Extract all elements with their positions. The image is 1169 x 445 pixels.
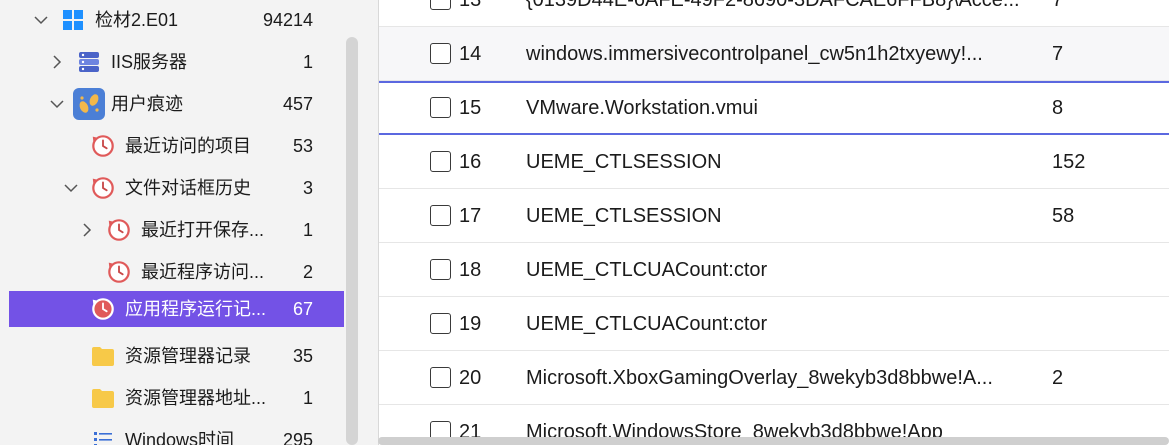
row-name: UEME_CTLCUACount:ctor: [526, 259, 768, 281]
folder-icon: [91, 386, 115, 410]
tree-node-count: 295: [282, 430, 313, 445]
table-row[interactable]: 19 UEME_CTLCUACount:ctor: [379, 297, 1169, 351]
row-index: 13: [459, 0, 482, 11]
row-checkbox[interactable]: [430, 367, 451, 388]
row-name: windows.immersivecontrolpanel_cw5n1h2txy…: [526, 43, 983, 65]
tree-node-count: 53: [292, 136, 313, 156]
tree-node-count: 94214: [262, 10, 313, 30]
row-checkbox[interactable]: [430, 259, 451, 280]
records-grid: 13 {0139D44E-6AFE-49F2-8690-3DAFCAE6FFB8}…: [378, 0, 1169, 445]
row-name: VMware.Workstation.vmui: [526, 97, 758, 119]
tree-node-count: 1: [302, 220, 313, 240]
app-root: 检材2.E01 94214 IIS服务器 1 用户痕迹 457 最近访问的项目 53 文…: [0, 0, 1169, 445]
server-icon: [77, 50, 101, 74]
tree-node-count: 67: [292, 299, 313, 319]
history-clock-icon: [91, 297, 115, 321]
tree-node-label: 最近打开保存...: [141, 220, 265, 240]
table-row[interactable]: 20 Microsoft.XboxGamingOverlay_8wekyb3d8b…: [379, 351, 1169, 405]
row-index: 20: [459, 367, 482, 389]
chevron-right-icon[interactable]: [47, 44, 67, 80]
tree-node[interactable]: 应用程序运行记... 67: [9, 291, 344, 327]
tree-node-count: 35: [292, 346, 313, 366]
tree-node-count: 457: [282, 94, 313, 114]
row-count: 152: [1052, 151, 1086, 173]
tree-node-label: Windows时间: [125, 430, 235, 445]
table-row[interactable]: 17 UEME_CTLSESSION 58: [379, 189, 1169, 243]
row-count: 7: [1052, 43, 1064, 65]
history-clock-icon: [91, 176, 115, 200]
tree-scrollbar[interactable]: [346, 37, 358, 445]
table-row[interactable]: 15 VMware.Workstation.vmui 8: [379, 81, 1169, 135]
tree-node[interactable]: 用户痕迹 457: [9, 86, 344, 122]
row-checkbox[interactable]: [430, 0, 451, 10]
table-row[interactable]: 14 windows.immersivecontrolpanel_cw5n1h2t…: [379, 27, 1169, 81]
row-index: 14: [459, 43, 482, 65]
tree-node[interactable]: 最近打开保存... 1: [9, 212, 344, 248]
evidence-tree-panel: 检材2.E01 94214 IIS服务器 1 用户痕迹 457 最近访问的项目 53 文…: [0, 0, 362, 445]
row-index: 15: [459, 97, 482, 119]
tree-node-label: 最近程序访问...: [141, 262, 265, 282]
tree-node-label: 检材2.E01: [95, 10, 179, 30]
row-checkbox[interactable]: [430, 151, 451, 172]
tree-node-label: 应用程序运行记...: [125, 299, 267, 319]
history-clock-icon: [91, 134, 115, 158]
row-count: 8: [1052, 97, 1064, 119]
history-clock-icon: [107, 260, 131, 284]
windows-icon: [61, 8, 85, 32]
row-checkbox[interactable]: [430, 313, 451, 334]
row-index: 19: [459, 313, 482, 335]
row-name: UEME_CTLSESSION: [526, 205, 722, 227]
tree-node-label: 资源管理器记录: [125, 346, 251, 366]
table-row[interactable]: 16 UEME_CTLSESSION 152: [379, 135, 1169, 189]
table-row[interactable]: 18 UEME_CTLCUACount:ctor: [379, 243, 1169, 297]
tree-node[interactable]: Windows时间 295: [9, 422, 344, 445]
tree-node[interactable]: 最近程序访问... 2: [9, 254, 344, 290]
chevron-down-icon[interactable]: [61, 170, 81, 206]
row-index: 17: [459, 205, 482, 227]
footprints-icon: [73, 88, 105, 120]
tree-node-count: 3: [302, 178, 313, 198]
tree-node[interactable]: IIS服务器 1: [9, 44, 344, 80]
row-index: 18: [459, 259, 482, 281]
row-checkbox[interactable]: [430, 205, 451, 226]
grid-horizontal-scrollbar[interactable]: [378, 437, 1169, 445]
tree-node-label: IIS服务器: [111, 52, 188, 72]
tree-node[interactable]: 资源管理器记录 35: [9, 338, 344, 374]
tree-node-count: 1: [302, 388, 313, 408]
tree-node-count: 1: [302, 52, 313, 72]
row-name: {0139D44E-6AFE-49F2-8690-3DAFCAE6FFB8}\A…: [526, 0, 1020, 11]
tree-node[interactable]: 文件对话框历史 3: [9, 170, 344, 206]
tree-node[interactable]: 资源管理器地址... 1: [9, 380, 344, 416]
tree-node-label: 文件对话框历史: [125, 178, 251, 198]
chevron-down-icon[interactable]: [47, 86, 67, 122]
tree-node[interactable]: 最近访问的项目 53: [9, 128, 344, 164]
list-icon: [91, 428, 115, 445]
tree-node[interactable]: 检材2.E01 94214: [9, 2, 344, 38]
folder-icon: [91, 344, 115, 368]
tree-node-label: 最近访问的项目: [125, 136, 251, 156]
tree-node-label: 用户痕迹: [111, 94, 183, 114]
table-row[interactable]: 13 {0139D44E-6AFE-49F2-8690-3DAFCAE6FFB8}…: [379, 0, 1169, 27]
row-name: UEME_CTLCUACount:ctor: [526, 313, 768, 335]
row-name: Microsoft.XboxGamingOverlay_8wekyb3d8bbw…: [526, 367, 993, 389]
row-count: 7: [1052, 0, 1064, 11]
row-count: 58: [1052, 205, 1075, 227]
row-name: UEME_CTLSESSION: [526, 151, 722, 173]
tree-node-label: 资源管理器地址...: [125, 388, 267, 408]
row-checkbox[interactable]: [430, 97, 451, 118]
row-count: 2: [1052, 367, 1064, 389]
history-clock-icon: [107, 218, 131, 242]
tree-node-count: 2: [302, 262, 313, 282]
row-index: 16: [459, 151, 482, 173]
chevron-right-icon[interactable]: [77, 212, 97, 248]
chevron-down-icon[interactable]: [31, 2, 51, 38]
row-checkbox[interactable]: [430, 43, 451, 64]
